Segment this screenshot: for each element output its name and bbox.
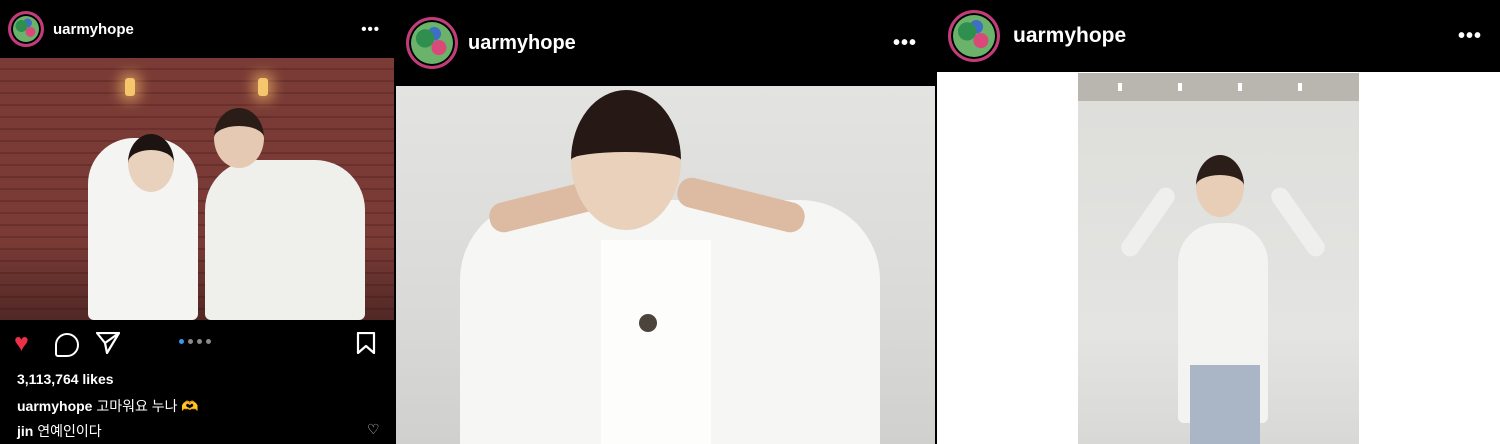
carousel-indicator	[179, 339, 211, 344]
comment-username[interactable]: jin	[17, 423, 33, 439]
like-count[interactable]: 3,113,764 likes	[17, 371, 114, 387]
post-header: uarmyhope •••	[0, 0, 394, 58]
post-caption: uarmyhope 고마워요 누나 🫶	[17, 396, 199, 416]
carousel-dot	[197, 339, 202, 344]
more-options-icon[interactable]: •••	[361, 21, 380, 38]
ceiling-light	[1238, 83, 1242, 91]
heart-icon[interactable]: ♥	[14, 330, 29, 356]
caption-text: 고마워요 누나 🫶	[92, 398, 199, 414]
photo-pendant	[639, 314, 657, 332]
more-options-icon[interactable]: •••	[1458, 25, 1482, 48]
wall-lamp	[125, 78, 135, 96]
username-label[interactable]: uarmyhope	[53, 21, 134, 38]
ceiling-light	[1178, 83, 1182, 91]
post-panel-2: uarmyhope •••	[396, 0, 935, 444]
photo-person-jeans	[1190, 365, 1260, 444]
photo-person-arm	[1117, 184, 1179, 260]
wall-lamp	[258, 78, 268, 96]
photo-person-head	[571, 90, 681, 230]
comment-icon[interactable]	[55, 333, 79, 357]
post-header: uarmyhope •••	[396, 0, 935, 86]
carousel-dot	[179, 339, 184, 344]
post-panel-1: uarmyhope ••• ♥ 3,113,764 likes uarmyhop…	[0, 0, 394, 444]
bookmark-icon[interactable]	[356, 332, 376, 354]
profile-avatar[interactable]	[406, 17, 458, 69]
photo-person-arm	[1267, 184, 1329, 260]
photo-person-head	[1196, 155, 1244, 217]
paper-plane-icon[interactable]	[96, 332, 120, 354]
ceiling-light	[1118, 83, 1122, 91]
post-header: uarmyhope •••	[937, 0, 1500, 72]
comment-row: jin 연예인이다	[17, 421, 102, 441]
photo-person-head	[128, 134, 174, 192]
post-panel-3: uarmyhope •••	[937, 0, 1500, 444]
comment-text: 연예인이다	[33, 423, 102, 439]
more-options-icon[interactable]: •••	[893, 32, 917, 55]
photo-person	[205, 160, 365, 320]
photo-person-shirt	[601, 240, 711, 444]
username-label[interactable]: uarmyhope	[1013, 24, 1126, 48]
photo-person-head	[214, 108, 264, 168]
carousel-dot	[188, 339, 193, 344]
username-label[interactable]: uarmyhope	[468, 32, 576, 55]
caption-username[interactable]: uarmyhope	[17, 398, 92, 414]
profile-avatar[interactable]	[948, 10, 1000, 62]
ceiling-light	[1298, 83, 1302, 91]
post-photo[interactable]	[1078, 73, 1359, 444]
profile-avatar[interactable]	[8, 11, 44, 47]
small-heart-icon[interactable]: ♡	[367, 421, 380, 438]
carousel-dot	[206, 339, 211, 344]
